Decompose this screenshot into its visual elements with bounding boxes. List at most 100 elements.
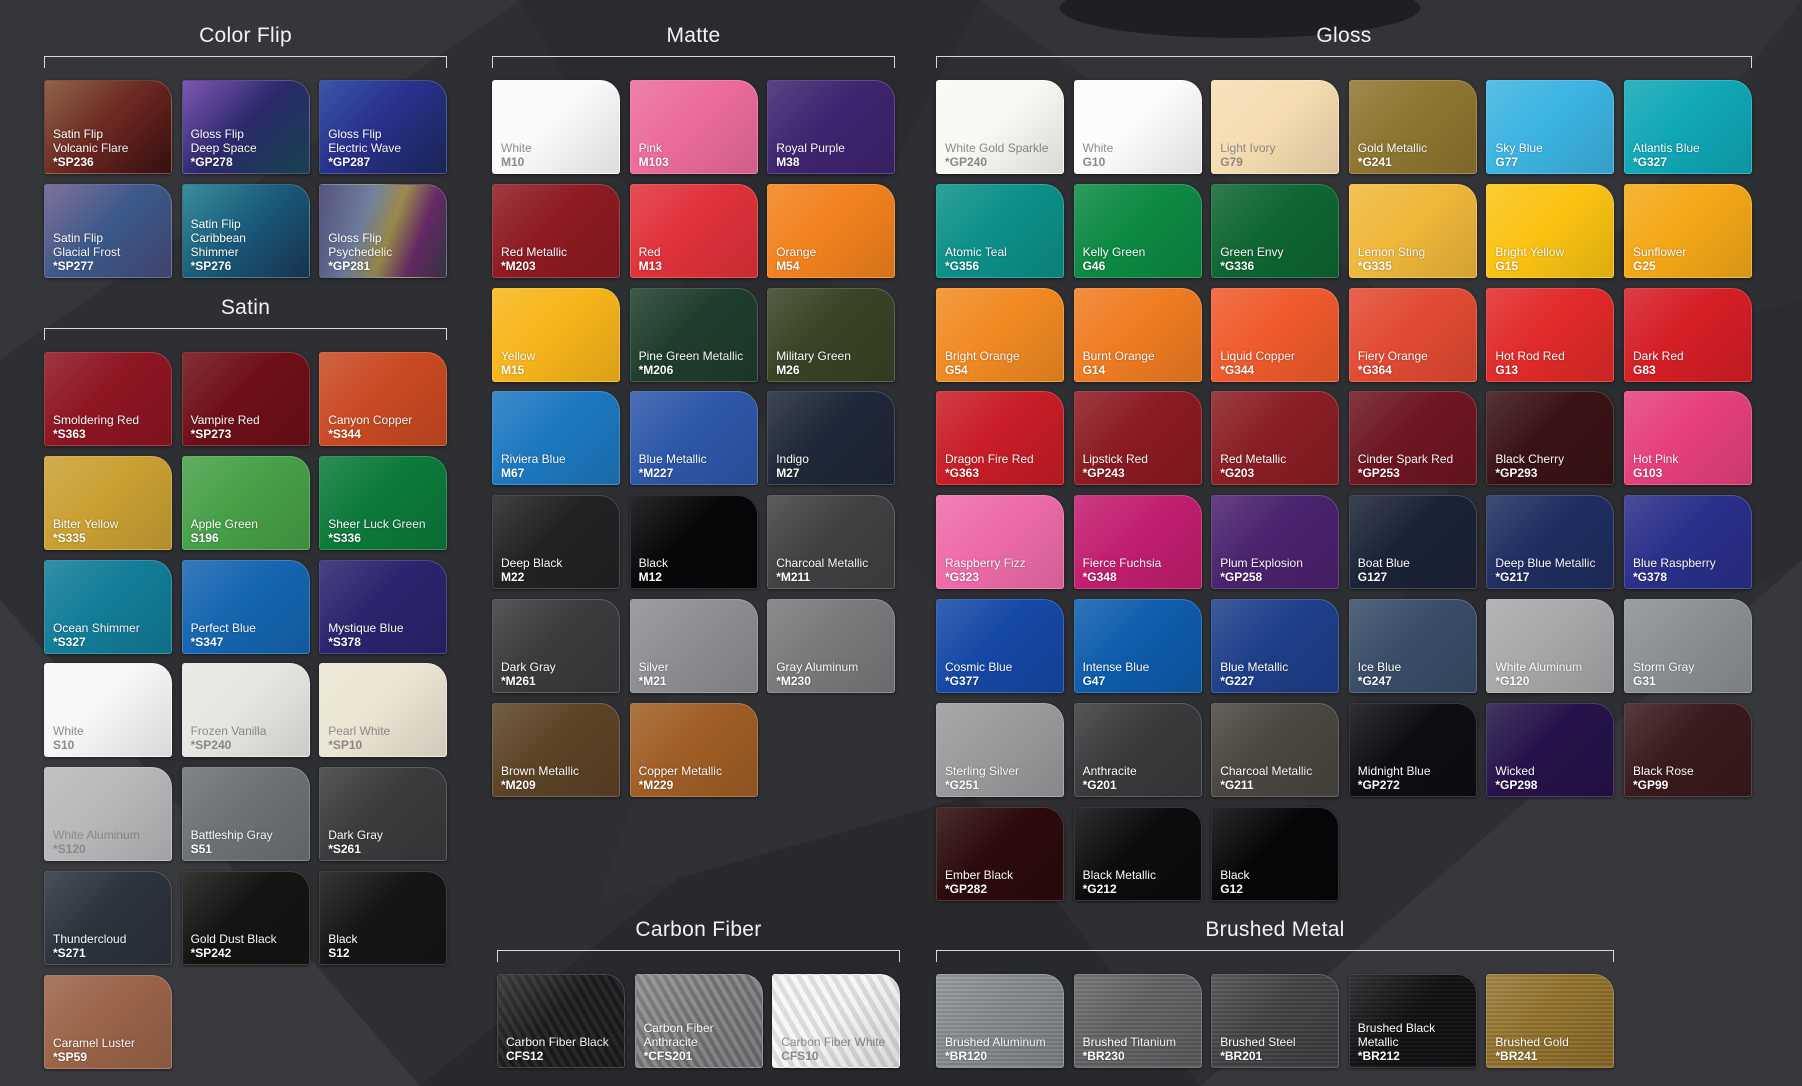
color-swatch[interactable]: Gray Aluminum *M230 (767, 599, 896, 693)
color-swatch[interactable]: Canyon Copper *S344 (319, 352, 448, 446)
color-swatch[interactable]: Charcoal Metallic *M211 (767, 495, 896, 590)
color-swatch[interactable]: Indigo M27 (767, 391, 896, 486)
color-swatch[interactable]: White S10 (44, 663, 172, 758)
color-swatch[interactable]: Satin Flip Volcanic Flare *SP236 (44, 80, 172, 174)
color-swatch[interactable]: Black Cherry *GP293 (1486, 391, 1615, 486)
color-swatch[interactable]: Black G12 (1211, 806, 1340, 901)
color-swatch[interactable]: White Aluminum *G120 (1486, 599, 1615, 693)
color-swatch[interactable]: Black S12 (319, 871, 448, 965)
color-swatch[interactable]: Gold Dust Black *SP242 (181, 871, 310, 965)
color-swatch[interactable]: Brushed Titanium *BR230 (1073, 974, 1202, 1068)
color-swatch[interactable]: Plum Explosion *GP258 (1211, 495, 1340, 590)
color-swatch[interactable]: Hot Rod Red G13 (1486, 287, 1615, 382)
color-swatch[interactable]: Raspberry Fizz *G323 (936, 495, 1064, 590)
color-swatch[interactable]: Burnt Orange G14 (1073, 287, 1202, 382)
color-swatch[interactable]: Atlantis Blue *G327 (1624, 80, 1752, 174)
color-swatch[interactable]: Wicked *GP298 (1486, 702, 1615, 797)
color-swatch[interactable]: Yellow M15 (492, 287, 620, 382)
color-swatch[interactable]: Silver *M21 (629, 599, 758, 693)
color-swatch[interactable]: Vampire Red *SP273 (181, 352, 310, 446)
color-swatch[interactable]: Kelly Green G46 (1073, 183, 1202, 278)
color-swatch[interactable]: Intense Blue G47 (1073, 599, 1202, 693)
color-swatch[interactable]: Light Ivory G79 (1211, 80, 1340, 174)
color-swatch[interactable]: Blue Metallic *M227 (629, 391, 758, 486)
color-swatch[interactable]: Green Envy *G336 (1211, 183, 1340, 278)
color-swatch[interactable]: Red M13 (629, 183, 758, 278)
color-swatch[interactable]: Charcoal Metallic *G211 (1211, 702, 1340, 797)
color-swatch[interactable]: White G10 (1073, 80, 1202, 174)
color-swatch[interactable]: White M10 (492, 80, 620, 174)
color-swatch[interactable]: Fiery Orange *G364 (1348, 287, 1477, 382)
color-swatch[interactable]: Battleship Gray S51 (181, 767, 310, 862)
color-swatch[interactable]: Atomic Teal *G356 (936, 183, 1064, 278)
color-swatch[interactable]: Brushed Aluminum *BR120 (936, 974, 1064, 1068)
color-swatch[interactable]: Sterling Silver *G251 (936, 702, 1064, 797)
color-swatch[interactable]: Anthracite *G201 (1073, 702, 1202, 797)
color-swatch[interactable]: Sheer Luck Green *S336 (319, 455, 448, 550)
color-swatch[interactable]: Dark Red G83 (1624, 287, 1752, 382)
color-swatch[interactable]: Blue Metallic *G227 (1211, 599, 1340, 693)
color-swatch[interactable]: Perfect Blue *S347 (181, 559, 310, 654)
color-swatch[interactable]: Cinder Spark Red *GP253 (1348, 391, 1477, 486)
color-swatch[interactable]: Deep Blue Metallic *G217 (1486, 495, 1615, 590)
color-swatch[interactable]: Gloss Flip Electric Wave *GP287 (319, 80, 448, 174)
color-swatch[interactable]: Pearl White *SP10 (319, 663, 448, 758)
color-swatch[interactable]: White Aluminum *S120 (44, 767, 172, 862)
color-swatch[interactable]: Deep Black M22 (492, 495, 620, 590)
color-swatch[interactable]: Liquid Copper *G344 (1211, 287, 1340, 382)
color-swatch[interactable]: Satin Flip Caribbean Shimmer *SP276 (181, 183, 310, 278)
color-swatch[interactable]: Cosmic Blue *G377 (936, 599, 1064, 693)
color-swatch[interactable]: Pink M103 (629, 80, 758, 174)
color-swatch[interactable]: Riviera Blue M67 (492, 391, 620, 486)
color-swatch[interactable]: Bright Orange G54 (936, 287, 1064, 382)
color-swatch[interactable]: Midnight Blue *GP272 (1348, 702, 1477, 797)
color-swatch[interactable]: Frozen Vanilla *SP240 (181, 663, 310, 758)
color-swatch[interactable]: Carbon Fiber White CFS10 (772, 974, 901, 1068)
color-swatch[interactable]: Orange M54 (767, 183, 896, 278)
color-swatch[interactable]: Brushed Steel *BR201 (1211, 974, 1340, 1068)
color-swatch[interactable]: Sunflower G25 (1624, 183, 1752, 278)
color-swatch[interactable]: Thundercloud *S271 (44, 871, 172, 965)
color-swatch[interactable]: Smoldering Red *S363 (44, 352, 172, 446)
color-swatch[interactable]: Ocean Shimmer *S327 (44, 559, 172, 654)
color-swatch[interactable]: Gloss Flip Psychedelic *GP281 (319, 183, 448, 278)
color-swatch[interactable]: Blue Raspberry *G378 (1624, 495, 1752, 590)
section-title-matte: Matte (666, 24, 721, 47)
color-swatch[interactable]: Apple Green S196 (181, 455, 310, 550)
color-swatch[interactable]: Pine Green Metallic *M206 (629, 287, 758, 382)
color-swatch[interactable]: Gloss Flip Deep Space *GP278 (181, 80, 310, 174)
color-swatch[interactable]: Brushed Gold *BR241 (1486, 974, 1615, 1068)
color-swatch[interactable]: Carbon Fiber Black CFS12 (497, 974, 625, 1068)
color-swatch[interactable]: Military Green M26 (767, 287, 896, 382)
color-swatch[interactable]: Storm Gray G31 (1624, 599, 1752, 693)
color-swatch[interactable]: Copper Metallic *M229 (629, 702, 758, 797)
color-swatch[interactable]: Carbon Fiber Anthracite *CFS201 (634, 974, 763, 1068)
color-swatch[interactable]: Bright Yellow G15 (1486, 183, 1615, 278)
color-swatch[interactable]: Satin Flip Glacial Frost *SP277 (44, 183, 172, 278)
color-swatch[interactable]: Dark Gray *M261 (492, 599, 620, 693)
color-swatch[interactable]: Fierce Fuchsia *G348 (1073, 495, 1202, 590)
color-swatch[interactable]: Boat Blue G127 (1348, 495, 1477, 590)
color-swatch[interactable]: Hot Pink G103 (1624, 391, 1752, 486)
color-swatch[interactable]: Black Metallic *G212 (1073, 806, 1202, 901)
swatch-color-code: *BR120 (945, 1049, 988, 1063)
color-swatch[interactable]: Ice Blue *G247 (1348, 599, 1477, 693)
color-swatch[interactable]: Ember Black *GP282 (936, 806, 1064, 901)
color-swatch[interactable]: White Gold Sparkle *GP240 (936, 80, 1064, 174)
color-swatch[interactable]: Dark Gray *S261 (319, 767, 448, 862)
color-swatch[interactable]: Royal Purple M38 (767, 80, 896, 174)
color-swatch[interactable]: Gold Metallic *G241 (1348, 80, 1477, 174)
color-swatch[interactable]: Red Metallic *M203 (492, 183, 620, 278)
color-swatch[interactable]: Brushed Black Metallic *BR212 (1348, 974, 1477, 1068)
color-swatch[interactable]: Red Metallic *G203 (1211, 391, 1340, 486)
color-swatch[interactable]: Mystique Blue *S378 (319, 559, 448, 654)
color-swatch[interactable]: Black M12 (629, 495, 758, 590)
color-swatch[interactable]: Bitter Yellow *S335 (44, 455, 172, 550)
color-swatch[interactable]: Sky Blue G77 (1486, 80, 1615, 174)
color-swatch[interactable]: Dragon Fire Red *G363 (936, 391, 1064, 486)
color-swatch[interactable]: Caramel Luster *SP59 (44, 974, 172, 1069)
color-swatch[interactable]: Black Rose *GP99 (1624, 702, 1752, 797)
color-swatch[interactable]: Brown Metallic *M209 (492, 702, 620, 797)
color-swatch[interactable]: Lemon Sting *G335 (1348, 183, 1477, 278)
color-swatch[interactable]: Lipstick Red *GP243 (1073, 391, 1202, 486)
